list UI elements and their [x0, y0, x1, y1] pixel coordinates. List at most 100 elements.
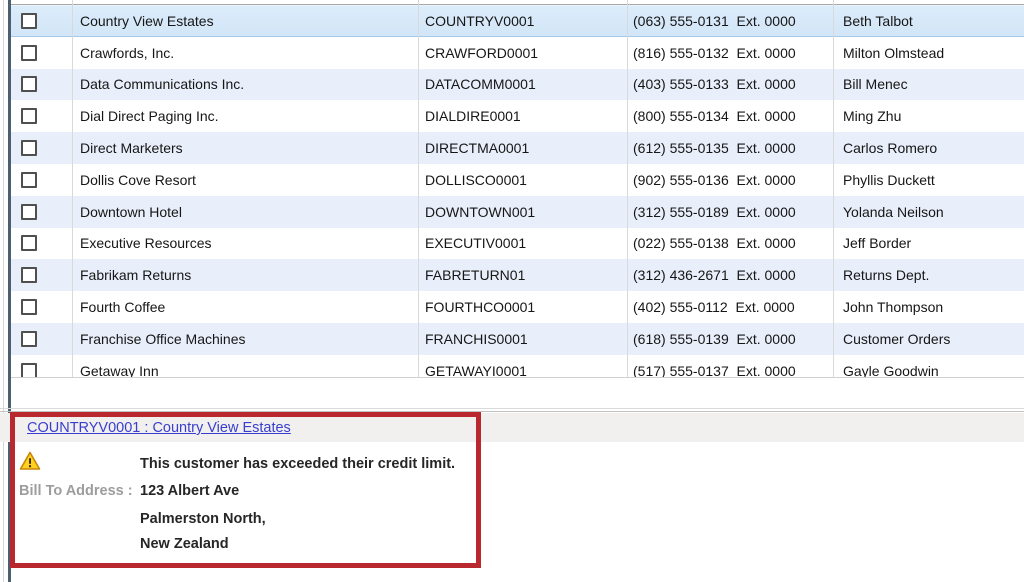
phone-cell: (312) 436-2671 Ext. 0000: [633, 259, 796, 291]
row-checkbox-cell: [16, 100, 72, 132]
table-row[interactable]: Crawfords, Inc. CRAWFORD0001 (816) 555-0…: [11, 37, 1024, 69]
contact-cell: Jeff Border: [843, 228, 911, 260]
customer-name-cell: Franchise Office Machines: [80, 323, 245, 355]
table-row[interactable]: Executive Resources EXECUTIV0001 (022) 5…: [11, 228, 1024, 260]
row-checkbox[interactable]: [21, 363, 37, 378]
address-line-2: Palmerston North,: [140, 511, 266, 527]
row-checkbox[interactable]: [21, 235, 37, 251]
phone-cell: (022) 555-0138 Ext. 0000: [633, 228, 796, 260]
customer-name-cell: Dial Direct Paging Inc.: [80, 100, 219, 132]
table-row[interactable]: Country View Estates COUNTRYV0001 (063) …: [11, 5, 1024, 37]
row-checkbox-cell: [16, 323, 72, 355]
panel-separator-line: [0, 408, 1024, 409]
contact-cell: Milton Olmstead: [843, 37, 944, 69]
customer-id-cell: DOLLISCO0001: [425, 164, 527, 196]
panel-separator-line: [0, 411, 1024, 412]
phone-cell: (312) 555-0189 Ext. 0000: [633, 196, 796, 228]
customer-name-cell: Crawfords, Inc.: [80, 37, 174, 69]
window-edge-highlight: [3, 0, 4, 582]
table-row[interactable]: Fabrikam Returns FABRETURN01 (312) 436-2…: [11, 259, 1024, 291]
customer-id-cell: EXECUTIV0001: [425, 228, 526, 260]
row-checkbox-cell: [16, 164, 72, 196]
phone-cell: (816) 555-0132 Ext. 0000: [633, 37, 796, 69]
customer-name-cell: Country View Estates: [80, 5, 214, 37]
contact-cell: Customer Orders: [843, 323, 950, 355]
row-checkbox-cell: [16, 355, 72, 378]
customer-id-cell: DOWNTOWN001: [425, 196, 535, 228]
table-row[interactable]: Dollis Cove Resort DOLLISCO0001 (902) 55…: [11, 164, 1024, 196]
row-checkbox-cell: [16, 69, 72, 101]
contact-cell: Ming Zhu: [843, 100, 901, 132]
row-checkbox[interactable]: [21, 13, 37, 29]
table-row[interactable]: Downtown Hotel DOWNTOWN001 (312) 555-018…: [11, 196, 1024, 228]
table-row[interactable]: Getaway Inn GETAWAYI0001 (517) 555-0137 …: [11, 355, 1024, 378]
table-row[interactable]: Franchise Office Machines FRANCHIS0001 (…: [11, 323, 1024, 355]
phone-cell: (612) 555-0135 Ext. 0000: [633, 132, 796, 164]
customer-id-cell: DIRECTMA0001: [425, 132, 529, 164]
contact-cell: Returns Dept.: [843, 259, 929, 291]
contact-cell: Carlos Romero: [843, 132, 937, 164]
column-separator: [418, 0, 419, 377]
row-checkbox-cell: [16, 291, 72, 323]
customer-table: Country View Estates COUNTRYV0001 (063) …: [11, 0, 1024, 378]
customer-name-cell: Downtown Hotel: [80, 196, 182, 228]
bill-to-address-label: Bill To Address :: [19, 483, 133, 499]
customer-name-cell: Direct Marketers: [80, 132, 183, 164]
credit-limit-warning-text: This customer has exceeded their credit …: [140, 456, 455, 472]
phone-cell: (402) 555-0112 Ext. 0000: [633, 291, 795, 323]
customer-name-cell: Fourth Coffee: [80, 291, 165, 323]
customer-name-cell: Fabrikam Returns: [80, 259, 191, 291]
phone-cell: (403) 555-0133 Ext. 0000: [633, 69, 796, 101]
row-checkbox-cell: [16, 196, 72, 228]
customer-table-rows: Country View Estates COUNTRYV0001 (063) …: [11, 5, 1024, 378]
row-checkbox[interactable]: [21, 140, 37, 156]
customer-name-cell: Dollis Cove Resort: [80, 164, 196, 196]
customer-id-cell: FRANCHIS0001: [425, 323, 528, 355]
column-separator: [833, 0, 834, 377]
row-checkbox-cell: [16, 37, 72, 69]
row-checkbox-cell: [16, 5, 72, 37]
phone-cell: (902) 555-0136 Ext. 0000: [633, 164, 796, 196]
row-checkbox[interactable]: [21, 299, 37, 315]
customer-id-cell: DATACOMM0001: [425, 69, 536, 101]
phone-cell: (618) 555-0139 Ext. 0000: [633, 323, 796, 355]
customer-detail-link[interactable]: COUNTRYV0001 : Country View Estates: [27, 420, 291, 436]
address-line-3: New Zealand: [140, 536, 229, 552]
contact-cell: John Thompson: [843, 291, 943, 323]
contact-cell: Beth Talbot: [843, 5, 913, 37]
table-row[interactable]: Fourth Coffee FOURTHCO0001 (402) 555-011…: [11, 291, 1024, 323]
contact-cell: Yolanda Neilson: [843, 196, 944, 228]
customer-id-cell: FOURTHCO0001: [425, 291, 535, 323]
contact-cell: Phyllis Duckett: [843, 164, 935, 196]
row-checkbox[interactable]: [21, 76, 37, 92]
customer-list-screen: Country View Estates COUNTRYV0001 (063) …: [0, 0, 1024, 582]
column-separator: [627, 0, 628, 377]
customer-name-cell: Data Communications Inc.: [80, 69, 244, 101]
warning-triangle-icon: [19, 451, 41, 476]
contact-cell: Gayle Goodwin: [843, 355, 939, 378]
customer-id-cell: COUNTRYV0001: [425, 5, 534, 37]
contact-cell: Bill Menec: [843, 69, 908, 101]
phone-cell: (063) 555-0131 Ext. 0000: [633, 5, 796, 37]
phone-cell: (800) 555-0134 Ext. 0000: [633, 100, 796, 132]
row-checkbox-cell: [16, 228, 72, 260]
row-checkbox[interactable]: [21, 108, 37, 124]
row-checkbox[interactable]: [21, 331, 37, 347]
row-checkbox[interactable]: [21, 45, 37, 61]
row-checkbox-cell: [16, 259, 72, 291]
table-row[interactable]: Dial Direct Paging Inc. DIALDIRE0001 (80…: [11, 100, 1024, 132]
table-row[interactable]: Direct Marketers DIRECTMA0001 (612) 555-…: [11, 132, 1024, 164]
customer-id-cell: FABRETURN01: [425, 259, 525, 291]
customer-name-cell: Getaway Inn: [80, 355, 159, 378]
customer-name-cell: Executive Resources: [80, 228, 212, 260]
table-row[interactable]: Data Communications Inc. DATACOMM0001 (4…: [11, 69, 1024, 101]
row-checkbox[interactable]: [21, 172, 37, 188]
customer-id-cell: CRAWFORD0001: [425, 37, 538, 69]
row-checkbox[interactable]: [21, 204, 37, 220]
phone-cell: (517) 555-0137 Ext. 0000: [633, 355, 796, 378]
column-separator: [72, 0, 73, 377]
address-line-1: 123 Albert Ave: [140, 483, 239, 499]
customer-id-cell: GETAWAYI0001: [425, 355, 527, 378]
customer-id-cell: DIALDIRE0001: [425, 100, 521, 132]
row-checkbox[interactable]: [21, 267, 37, 283]
